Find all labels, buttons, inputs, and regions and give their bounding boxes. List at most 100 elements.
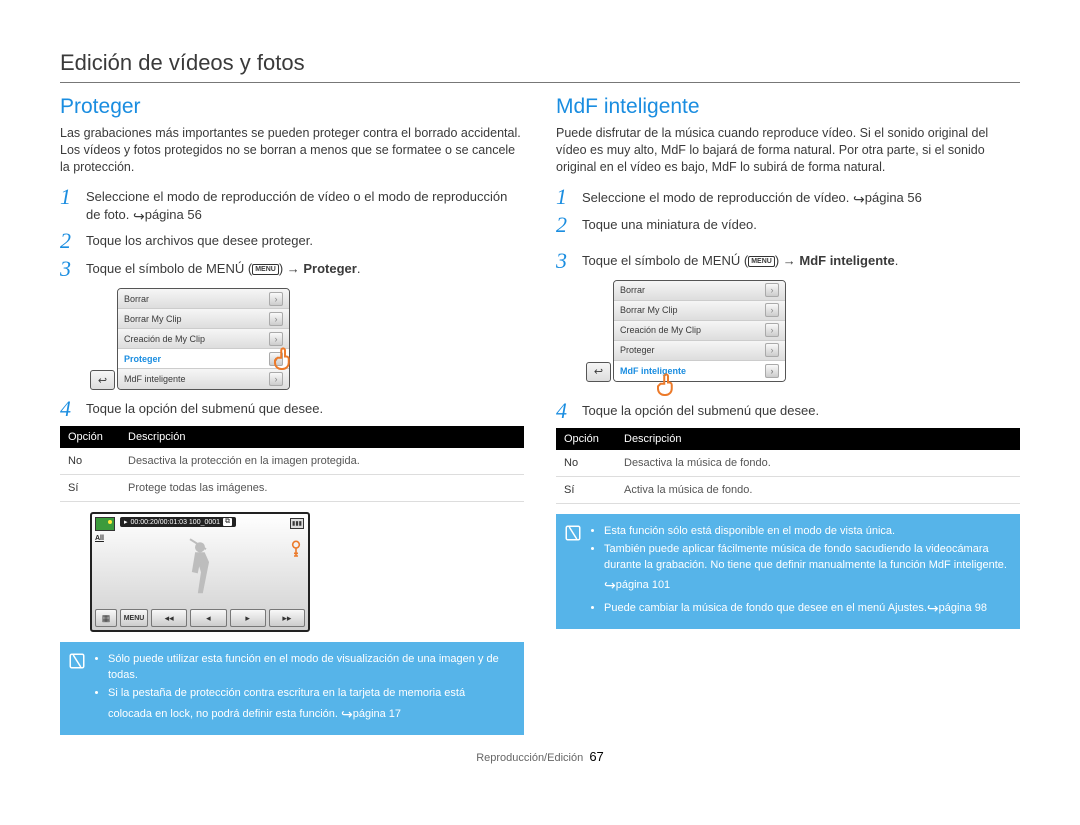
mi-label: Proteger (620, 345, 655, 355)
next-icon[interactable]: ▸▸ (269, 609, 305, 627)
thumbnail-icon (95, 517, 115, 531)
table-row: NoDesactiva la protección en la imagen p… (60, 448, 524, 475)
s3c: . (895, 253, 899, 268)
nb-ref: página 17 (353, 708, 401, 720)
th-opcion: Opción (60, 426, 120, 448)
td: Sí (60, 475, 120, 502)
step-4: 4 Toque la opción del submenú que desee. (60, 398, 524, 420)
note-bullet: Puede cambiar la música de fondo que des… (604, 596, 1008, 617)
th-descripcion: Descripción (616, 428, 1020, 450)
play-icon[interactable]: ▸ (230, 609, 266, 627)
options-table-proteger: OpciónDescripción NoDesactiva la protecc… (60, 426, 524, 502)
back-button-icon[interactable]: ↩ (586, 362, 611, 382)
menu-chip-icon: MENU (252, 264, 279, 275)
play-dot-icon: ▸ (124, 518, 128, 526)
s3a: Toque el símbolo de MENÚ ( (582, 253, 748, 268)
menu-screenshot-proteger: ↩ Borrar › Borrar My Clip› Creación de My… (90, 288, 290, 390)
ref-arrow-icon: ↪ (133, 207, 145, 226)
note-mdf: Esta función sólo está disponible en el … (556, 514, 1020, 630)
page-footer: Reproducción/Edición 67 (60, 749, 1020, 764)
menu-item-mdf[interactable]: MdF inteligente › (118, 369, 289, 389)
preview-timebar: ▸ 00:00:20/00:01:03 100_0001 ⧉ (120, 517, 236, 527)
prev-icon[interactable]: ◂ (190, 609, 226, 627)
chevron-right-icon: › (765, 283, 779, 297)
menu-item-creacion-myclip[interactable]: Creación de My Clip› (118, 329, 289, 349)
note-bullet: También puede aplicar fácilmente música … (604, 542, 1008, 595)
sd-icon: ⧉ (223, 518, 232, 526)
heading-proteger: Proteger (60, 95, 524, 119)
ref-arrow-icon: ↪ (341, 704, 353, 724)
grid-view-icon[interactable]: ▦ (95, 609, 117, 627)
touch-hand-icon (270, 344, 300, 374)
mi-label: Proteger (124, 354, 161, 364)
key-lock-icon (288, 540, 304, 563)
prev-fast-icon[interactable]: ◂◂ (151, 609, 187, 627)
two-column-layout: Proteger Las grabaciones más importantes… (60, 95, 1020, 735)
menu-item-borrar-myclip[interactable]: Borrar My Clip› (118, 309, 289, 329)
td: Activa la música de fondo. (616, 476, 1020, 503)
golfer-silhouette-icon (180, 537, 220, 597)
step-number: 4 (60, 398, 76, 420)
td: Desactiva la protección en la imagen pro… (120, 448, 524, 475)
table-row: SíActiva la música de fondo. (556, 476, 1020, 503)
menu-chip-icon: MENU (748, 256, 775, 267)
mi-label: Creación de My Clip (620, 325, 701, 335)
td: Sí (556, 476, 616, 503)
menu-item-creacion-myclip[interactable]: Creación de My Clip › (614, 321, 785, 341)
step-number: 4 (556, 400, 572, 422)
step-number: 2 (60, 230, 76, 252)
s3c: . (357, 261, 361, 276)
s1-ref: página 56 (865, 190, 922, 205)
step-text: Toque el símbolo de MENÚ (MENU) → Proteg… (86, 258, 360, 278)
s3a: Toque el símbolo de MENÚ ( (86, 261, 252, 276)
menu-item-proteger[interactable]: Proteger › (614, 341, 785, 361)
note-icon (68, 652, 86, 670)
step-3: 3 Toque el símbolo de MENÚ (MENU) → MdF … (556, 250, 1020, 272)
step-number: 1 (60, 186, 76, 208)
menu-item-proteger[interactable]: Proteger› (118, 349, 289, 369)
footer-section: Reproducción/Edición (476, 752, 583, 764)
chevron-right-icon: › (765, 323, 779, 337)
preview-side: All (95, 517, 115, 542)
menu-item-borrar[interactable]: Borrar › (118, 289, 289, 309)
back-button-icon[interactable]: ↩ (90, 370, 115, 390)
s3bold: MdF inteligente (799, 253, 894, 268)
nb-text: Si la pestaña de protección contra escri… (108, 687, 465, 720)
menu-button[interactable]: MENU (120, 609, 148, 627)
mi-label: MdF inteligente (124, 374, 186, 384)
note-proteger: Sólo puede utilizar esta función en el m… (60, 642, 524, 735)
intro-mdf: Puede disfrutar de la música cuando repr… (556, 125, 1020, 176)
note-bullet: Sólo puede utilizar esta función en el m… (108, 652, 512, 684)
column-proteger: Proteger Las grabaciones más importantes… (60, 95, 524, 735)
column-mdf: MdF inteligente Puede disfrutar de la mú… (556, 95, 1020, 735)
step-number: 1 (556, 186, 572, 208)
chevron-right-icon: › (269, 292, 283, 306)
step-number: 2 (556, 214, 572, 236)
touch-hand-icon (653, 370, 683, 400)
step-4: 4 Toque la opción del submenú que desee. (556, 400, 1020, 422)
menu-item-borrar[interactable]: Borrar› (614, 281, 785, 301)
menu-item-mdf[interactable]: MdF inteligente› (614, 361, 785, 381)
chevron-right-icon: › (765, 343, 779, 357)
intro-proteger: Las grabaciones más importantes se puede… (60, 125, 524, 176)
ref-arrow-icon: ↪ (853, 190, 865, 209)
ref-arrow-icon: ↪ (927, 598, 939, 618)
step-1: 1 Seleccione el modo de reproducción de … (60, 186, 524, 224)
step-text: Toque una miniatura de vídeo. (582, 214, 757, 234)
note-bullet: Esta función sólo está disponible en el … (604, 524, 1008, 540)
mi-label: Borrar (124, 294, 149, 304)
mi-label: Creación de My Clip (124, 334, 205, 344)
step-2: 2 Toque una miniatura de vídeo. (556, 214, 1020, 236)
chevron-right-icon: › (269, 372, 283, 386)
note-icon (564, 524, 582, 542)
menu-screenshot-mdf: ↩ Borrar› Borrar My Clip› Creación de My… (586, 280, 786, 382)
step-text: Seleccione el modo de reproducción de ví… (582, 186, 922, 207)
th-opcion: Opción (556, 428, 616, 450)
td: Desactiva la música de fondo. (616, 450, 1020, 477)
menu-item-borrar-myclip[interactable]: Borrar My Clip› (614, 301, 785, 321)
step-text: Toque la opción del submenú que desee. (86, 398, 323, 418)
nb-ref: página 98 (939, 602, 987, 614)
th-descripcion: Descripción (120, 426, 524, 448)
step-number: 3 (60, 258, 76, 280)
playback-controls: ▦ MENU ◂◂ ◂ ▸ ▸▸ (95, 609, 305, 627)
